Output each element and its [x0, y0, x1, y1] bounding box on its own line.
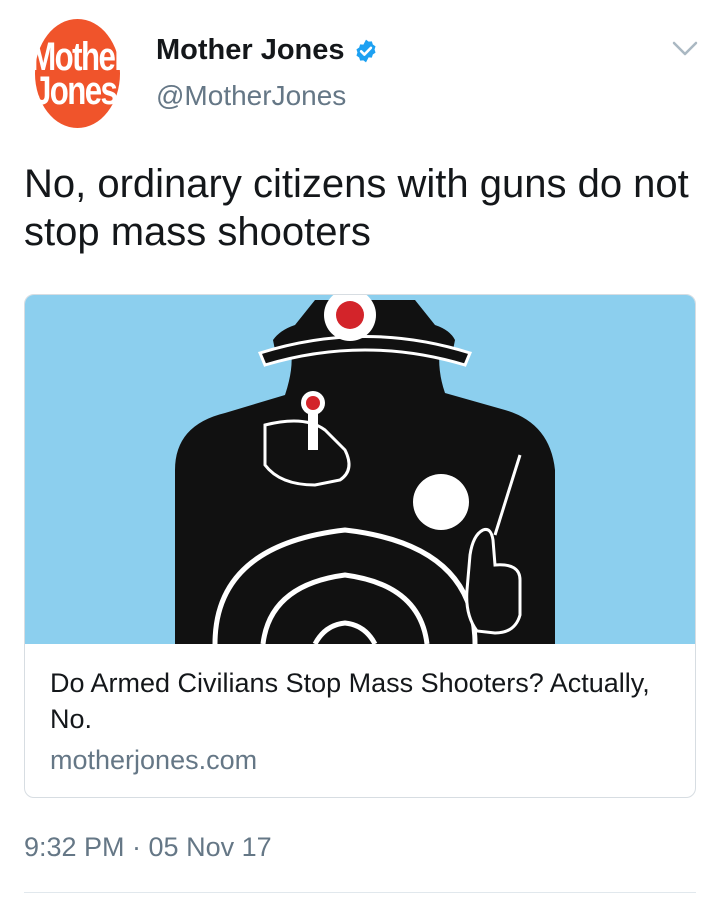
avatar-logo-line2: Jones	[33, 68, 118, 113]
author-name-row[interactable]: Mother Jones	[156, 34, 379, 67]
verified-badge-icon	[355, 39, 376, 62]
card-domain[interactable]: motherjones.com	[50, 745, 257, 776]
link-card[interactable]: Do Armed Civilians Stop Mass Shooters? A…	[24, 294, 696, 798]
author-name[interactable]: Mother Jones	[156, 34, 345, 67]
author-handle[interactable]: @MotherJones	[156, 80, 346, 112]
tweet-timestamp[interactable]: 9:32 PM · 05 Nov 17	[24, 832, 272, 863]
avatar[interactable]: Mother Jones	[30, 19, 126, 128]
card-title[interactable]: Do Armed Civilians Stop Mass Shooters? A…	[50, 665, 670, 737]
card-image[interactable]	[25, 295, 695, 644]
chevron-down-icon[interactable]	[672, 40, 698, 58]
tweet-text: No, ordinary citizens with guns do not s…	[24, 162, 689, 254]
divider	[24, 892, 696, 893]
